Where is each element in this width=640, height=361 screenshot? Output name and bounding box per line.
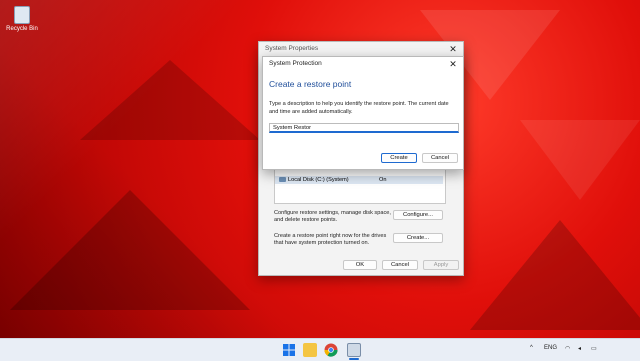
tray-language[interactable]: ENG: [544, 345, 557, 351]
create-description: Create a restore point right now for the…: [274, 233, 387, 246]
dialog-heading: Create a restore point: [269, 79, 352, 89]
wallpaper-shape: [470, 220, 640, 330]
recycle-bin-shortcut[interactable]: Recycle Bin: [6, 6, 38, 32]
drive-row[interactable]: Local Disk (C:) (System) On: [275, 176, 443, 184]
drive-protection-status: On: [379, 177, 387, 183]
create-button[interactable]: Create: [381, 153, 417, 163]
system-protection-titlebar[interactable]: System Protection: [263, 57, 463, 71]
configure-button[interactable]: Configure...: [393, 210, 443, 220]
close-icon[interactable]: ✕: [448, 44, 458, 54]
close-icon[interactable]: ✕: [448, 59, 458, 69]
system-protection-dialog: System Protection ✕ Create a restore poi…: [262, 56, 464, 170]
wallpaper-shape: [520, 120, 640, 200]
chrome-icon[interactable]: [324, 343, 338, 357]
wallpaper-shape: [10, 190, 250, 310]
volume-icon[interactable]: ◂: [578, 345, 581, 352]
tray-chevron-icon[interactable]: ^: [530, 345, 533, 351]
restore-point-description-input[interactable]: [269, 123, 459, 133]
system-properties-title: System Properties: [265, 45, 319, 52]
dialog-cancel-button[interactable]: Cancel: [422, 153, 458, 163]
taskbar: ^ ENG ◠ ◂ ▭: [0, 338, 640, 361]
recycle-bin-label: Recycle Bin: [6, 26, 38, 32]
cancel-button[interactable]: Cancel: [382, 260, 418, 270]
configure-description: Configure restore settings, manage disk …: [274, 210, 391, 223]
wifi-icon[interactable]: ◠: [565, 345, 570, 352]
drives-table: Available Drives Protection Local Disk (…: [274, 165, 446, 204]
recycle-bin-icon: [14, 6, 30, 24]
drive-name: Local Disk (C:) (System): [288, 177, 349, 183]
file-explorer-icon[interactable]: [303, 343, 317, 357]
dialog-description: Type a description to help you identify …: [269, 101, 449, 115]
battery-icon[interactable]: ▭: [591, 345, 597, 352]
start-windows-icon[interactable]: [282, 343, 296, 357]
drive-icon: [279, 177, 286, 182]
apply-button[interactable]: Apply: [423, 260, 459, 270]
system-properties-titlebar[interactable]: System Properties: [259, 42, 463, 56]
wallpaper-shape: [80, 60, 260, 140]
system-protection-title: System Protection: [269, 60, 322, 67]
ok-button[interactable]: OK: [343, 260, 377, 270]
system-properties-taskbar-icon[interactable]: [347, 343, 361, 357]
create-restore-point-button[interactable]: Create...: [393, 233, 443, 243]
